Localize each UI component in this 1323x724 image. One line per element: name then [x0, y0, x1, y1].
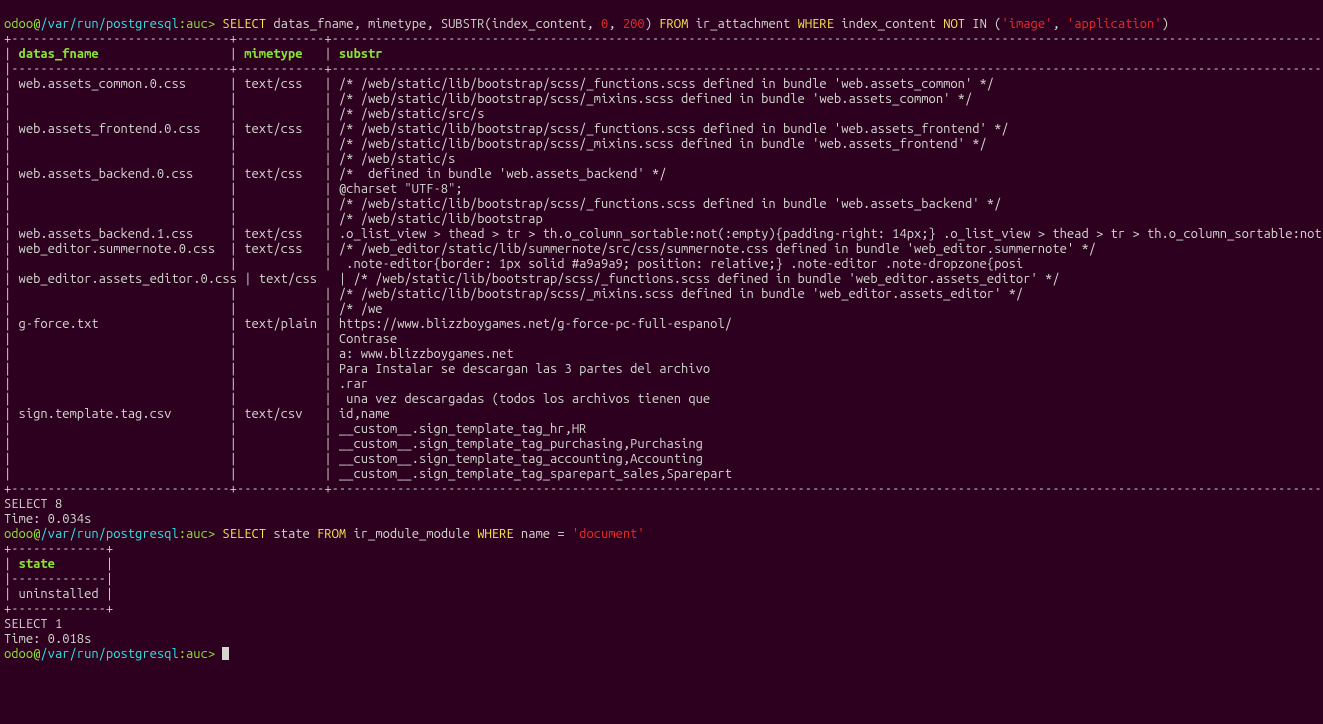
kw-from: FROM: [659, 17, 688, 31]
prompt-path: /var/run/postgresql: [40, 17, 178, 31]
col-substr: substr: [339, 47, 383, 61]
col-mimetype: mimetype: [244, 47, 317, 61]
prompt-db: :auc>: [179, 17, 215, 31]
terminal-output: odoo@/var/run/postgresql:auc> SELECT dat…: [4, 17, 1319, 662]
col-state: state: [19, 557, 70, 571]
kw-where: WHERE: [798, 17, 834, 31]
kw-select: SELECT: [222, 17, 266, 31]
prompt-user: odoo@: [4, 17, 40, 31]
cursor[interactable]: [222, 647, 229, 660]
col-datas-fname: datas_fname: [19, 47, 223, 61]
